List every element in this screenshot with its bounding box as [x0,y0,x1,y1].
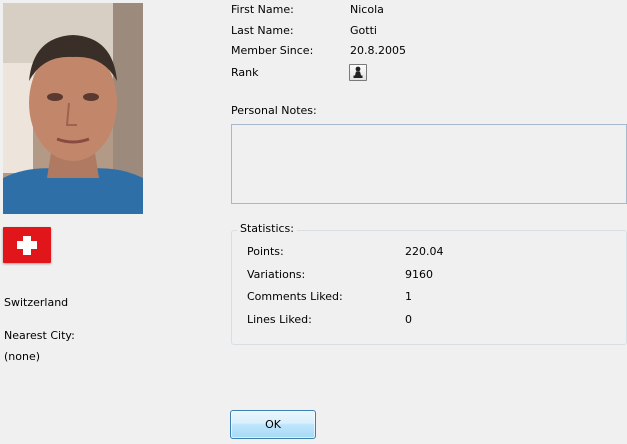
rank-button[interactable] [349,64,367,81]
variations-value: 9160 [405,268,433,281]
swiss-flag-icon [3,227,51,263]
comments-liked-label: Comments Liked: [247,290,343,303]
nearest-city-value: (none) [4,350,41,363]
points-value: 220.04 [405,245,444,258]
comments-liked-value: 1 [405,290,412,303]
personal-notes-field[interactable] [231,124,627,204]
last-name-value: Gotti [350,24,377,37]
lines-liked-label: Lines Liked: [247,313,312,326]
rank-label: Rank [231,66,259,79]
personal-notes-label: Personal Notes: [231,104,317,117]
ok-button[interactable]: OK [230,410,316,439]
country-name: Switzerland [4,296,69,309]
last-name-label: Last Name: [231,24,294,37]
member-since-value: 20.8.2005 [350,44,406,57]
user-photo [3,3,143,214]
first-name-value: Nicola [350,3,384,16]
chess-pawn-icon [353,66,363,78]
statistics-title: Statistics: [237,222,297,235]
nearest-city-label: Nearest City: [4,329,75,342]
points-label: Points: [247,245,284,258]
user-profile-dialog: Switzerland Nearest City: (none) First N… [0,0,627,444]
lines-liked-value: 0 [405,313,412,326]
first-name-label: First Name: [231,3,294,16]
variations-label: Variations: [247,268,306,281]
member-since-label: Member Since: [231,44,314,57]
